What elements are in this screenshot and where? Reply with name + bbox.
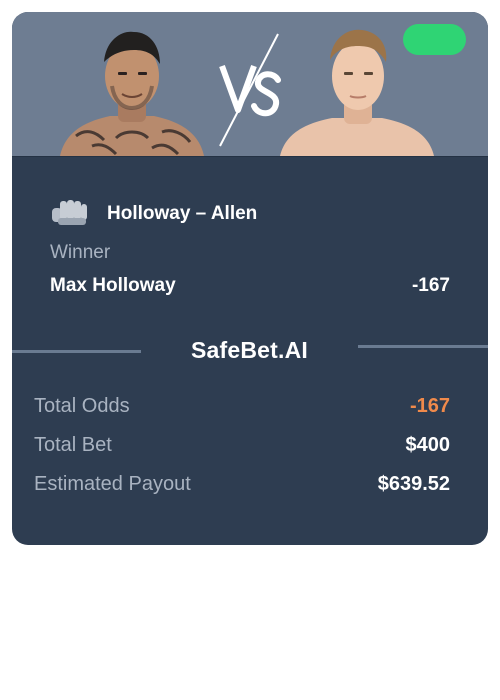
right-fighter-image — [280, 29, 434, 156]
matchup-title: Holloway – Allen — [107, 203, 258, 224]
total-odds-value: -167 — [409, 395, 450, 417]
market-label: Winner — [50, 242, 111, 263]
selection-odds: -167 — [411, 275, 450, 296]
divider-right — [358, 345, 488, 348]
estimated-payout-value: $639.52 — [377, 473, 450, 495]
fight-hero-banner — [12, 12, 488, 157]
brand-logo-text: SafeBet.AI — [190, 337, 309, 363]
estimated-payout-label: Estimated Payout — [34, 473, 191, 495]
left-fighter-image — [60, 31, 204, 156]
selection-name: Max Holloway — [50, 275, 176, 296]
total-odds-label: Total Odds — [34, 395, 130, 417]
total-bet-label: Total Bet — [34, 434, 112, 456]
divider-left — [12, 350, 141, 353]
fist-icon — [52, 200, 87, 225]
total-bet-value: $400 — [405, 434, 451, 456]
bet-slip-card: Holloway – Allen Winner Max Holloway -16… — [12, 12, 488, 545]
